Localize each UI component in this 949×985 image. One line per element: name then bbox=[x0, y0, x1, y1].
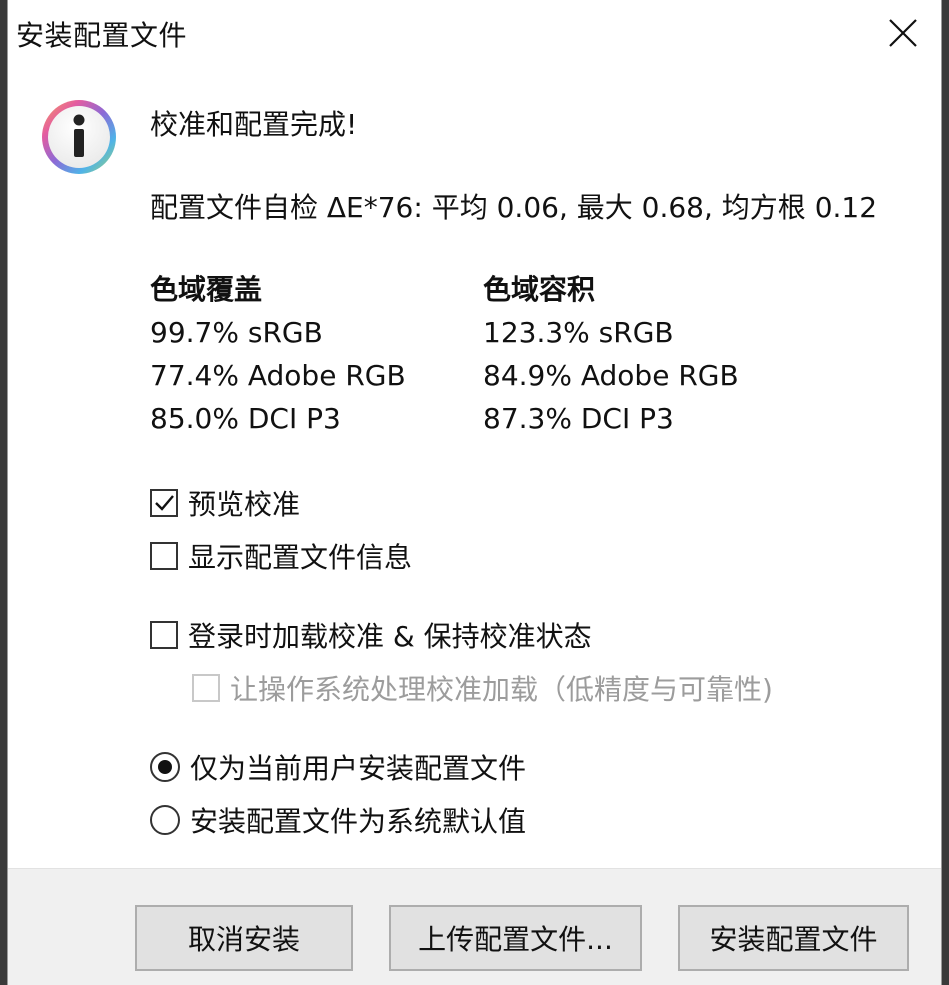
gamut-volume-adobe-rgb: 84.9% Adobe RGB bbox=[483, 359, 739, 392]
os-handles-loading-checkbox[interactable] bbox=[192, 674, 220, 702]
install-profile-dialog: 安装配置文件 校准和配置完成! 配置文件自检 ΔE*76: 平均 0.06, 最… bbox=[8, 0, 941, 985]
gamut-volume-srgb: 123.3% sRGB bbox=[483, 316, 674, 349]
install-current-user-option[interactable]: 仅为当前用户安装配置文件 bbox=[150, 747, 526, 787]
load-on-login-checkbox[interactable] bbox=[150, 621, 178, 649]
profile-self-check: 配置文件自检 ΔE*76: 平均 0.06, 最大 0.68, 均方根 0.12 bbox=[150, 191, 878, 224]
os-handles-loading-label: 让操作系统处理校准加载（低精度与可靠性) bbox=[230, 673, 773, 706]
install-system-default-option[interactable]: 安装配置文件为系统默认值 bbox=[150, 800, 526, 840]
close-icon bbox=[889, 19, 917, 47]
gamut-volume: 色域容积 123.3% sRGB 84.9% Adobe RGB 87.3% D… bbox=[483, 268, 739, 440]
checkmark-icon bbox=[155, 495, 174, 511]
close-button[interactable] bbox=[865, 0, 941, 66]
preview-calibration-checkbox[interactable] bbox=[150, 489, 178, 517]
upload-profile-button[interactable]: 上传配置文件... bbox=[389, 905, 642, 971]
os-handles-loading-option[interactable]: 让操作系统处理校准加载（低精度与可靠性) bbox=[192, 668, 773, 708]
show-profile-info-label: 显示配置文件信息 bbox=[188, 541, 413, 574]
install-profile-button[interactable]: 安装配置文件 bbox=[678, 905, 909, 971]
gamut-coverage-title: 色域覆盖 bbox=[150, 273, 263, 306]
install-system-default-label: 安装配置文件为系统默认值 bbox=[190, 805, 527, 838]
install-current-user-radio[interactable] bbox=[150, 752, 180, 782]
completion-heading: 校准和配置完成! bbox=[150, 108, 358, 141]
load-on-login-label: 登录时加载校准 & 保持校准状态 bbox=[188, 620, 592, 653]
gamut-coverage-dci-p3: 85.0% DCI P3 bbox=[150, 402, 341, 435]
gamut-coverage-srgb: 99.7% sRGB bbox=[150, 316, 323, 349]
cancel-install-button[interactable]: 取消安装 bbox=[135, 905, 353, 971]
gamut-coverage: 色域覆盖 99.7% sRGB 77.4% Adobe RGB 85.0% DC… bbox=[150, 268, 406, 440]
install-system-default-radio[interactable] bbox=[150, 805, 180, 835]
load-on-login-option[interactable]: 登录时加载校准 & 保持校准状态 bbox=[150, 615, 592, 655]
window-title: 安装配置文件 bbox=[16, 19, 188, 52]
preview-calibration-option[interactable]: 预览校准 bbox=[150, 483, 300, 523]
title-bar: 安装配置文件 bbox=[8, 0, 941, 66]
gamut-volume-dci-p3: 87.3% DCI P3 bbox=[483, 402, 674, 435]
show-profile-info-checkbox[interactable] bbox=[150, 542, 178, 570]
gamut-coverage-adobe-rgb: 77.4% Adobe RGB bbox=[150, 359, 406, 392]
preview-calibration-label: 预览校准 bbox=[188, 488, 301, 521]
button-bar: 取消安装 上传配置文件... 安装配置文件 bbox=[8, 868, 941, 985]
show-profile-info-option[interactable]: 显示配置文件信息 bbox=[150, 536, 412, 576]
gamut-volume-title: 色域容积 bbox=[483, 273, 596, 306]
info-icon bbox=[42, 100, 116, 174]
install-current-user-label: 仅为当前用户安装配置文件 bbox=[190, 752, 527, 785]
